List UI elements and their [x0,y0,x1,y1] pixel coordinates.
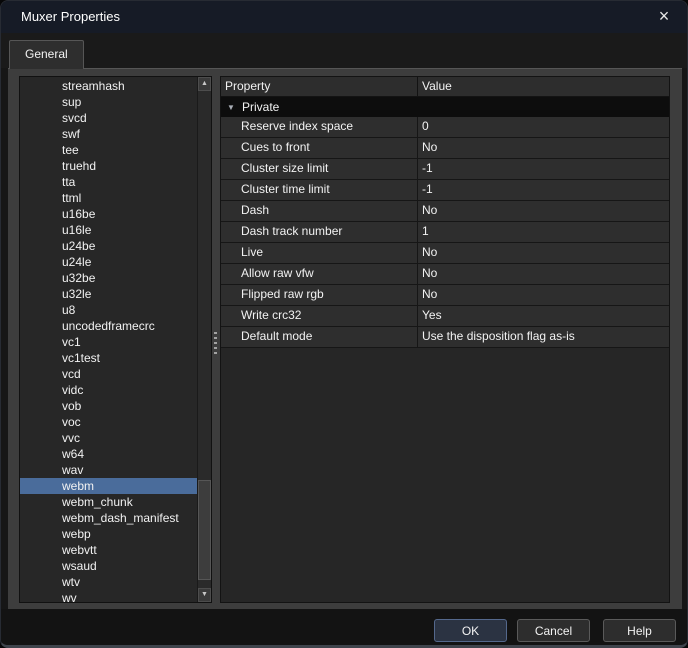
table-row[interactable]: Live No [221,243,669,264]
list-item[interactable]: vidc [20,382,197,398]
list-item[interactable]: webp [20,526,197,542]
value-cell[interactable]: No [418,201,669,221]
property-cell: Live [221,243,418,263]
list-scrollbar[interactable]: ▲ ▼ [197,77,211,602]
property-cell: Flipped raw rgb [221,285,418,305]
table-header: Property Value [221,77,669,97]
property-cell: Write crc32 [221,306,418,326]
property-table: Property Value ▼ Private Reserve index s… [220,76,670,603]
list-item[interactable]: streamhash [20,78,197,94]
property-cell: Cluster time limit [221,180,418,200]
splitter-grip-icon [214,332,217,357]
list-item[interactable]: webvtt [20,542,197,558]
table-row[interactable]: Default mode Use the disposition flag as… [221,327,669,348]
list-item[interactable]: voc [20,414,197,430]
property-cell: Cluster size limit [221,159,418,179]
list-item[interactable]: wtv [20,574,197,590]
list-item[interactable]: vc1test [20,350,197,366]
list-item[interactable]: uncodedframecrc [20,318,197,334]
property-cell: Reserve index space [221,117,418,137]
table-row[interactable]: Flipped raw rgb No [221,285,669,306]
list-item[interactable]: u32be [20,270,197,286]
muxer-list-items: streamhash sup svcd swf tee truehd tta t… [20,78,197,602]
dialog-button-bar: OK Cancel Help [1,609,687,646]
table-row[interactable]: Cluster time limit -1 [221,180,669,201]
property-cell: Dash [221,201,418,221]
scroll-down-button[interactable]: ▼ [198,588,211,602]
list-item[interactable]: swf [20,126,197,142]
list-item[interactable]: wv [20,590,197,602]
value-cell[interactable]: -1 [418,159,669,179]
property-cell: Default mode [221,327,418,347]
list-item[interactable]: u16le [20,222,197,238]
table-row[interactable]: Write crc32 Yes [221,306,669,327]
titlebar[interactable]: Muxer Properties × [1,1,687,33]
value-cell[interactable]: -1 [418,180,669,200]
close-icon: × [659,6,670,26]
table-row[interactable]: Dash No [221,201,669,222]
property-cell: Dash track number [221,222,418,242]
list-item[interactable]: u24le [20,254,197,270]
list-item[interactable]: u16be [20,206,197,222]
value-cell[interactable]: 1 [418,222,669,242]
table-row[interactable]: Cluster size limit -1 [221,159,669,180]
list-item[interactable]: webm_chunk [20,494,197,510]
tab-bar: General [1,33,687,68]
value-cell[interactable]: No [418,138,669,158]
table-row[interactable]: Cues to front No [221,138,669,159]
value-cell[interactable]: Use the disposition flag as-is [418,327,669,347]
group-label: Private [242,100,279,114]
group-row-private[interactable]: ▼ Private [221,97,669,117]
help-button[interactable]: Help [603,619,676,642]
list-item[interactable]: tee [20,142,197,158]
list-item[interactable]: truehd [20,158,197,174]
splitter-handle[interactable] [212,76,220,603]
table-row[interactable]: Reserve index space 0 [221,117,669,138]
list-item[interactable]: vc1 [20,334,197,350]
muxer-properties-dialog: Muxer Properties × General streamhash su… [0,0,688,648]
cancel-button[interactable]: Cancel [517,619,590,642]
list-item[interactable]: webm [20,478,197,494]
list-item[interactable]: u8 [20,302,197,318]
value-cell[interactable]: 0 [418,117,669,137]
list-item[interactable]: ttml [20,190,197,206]
column-header-property[interactable]: Property [221,77,418,96]
list-item[interactable]: tta [20,174,197,190]
list-item[interactable]: wsaud [20,558,197,574]
value-cell[interactable]: No [418,285,669,305]
value-cell[interactable]: No [418,264,669,284]
ok-button[interactable]: OK [434,619,507,642]
tab-general[interactable]: General [9,40,84,69]
tab-page-general: streamhash sup svcd swf tee truehd tta t… [8,68,682,609]
value-cell[interactable]: Yes [418,306,669,326]
list-item[interactable]: sup [20,94,197,110]
list-item[interactable]: vob [20,398,197,414]
list-item[interactable]: vcd [20,366,197,382]
list-item[interactable]: u24be [20,238,197,254]
property-cell: Cues to front [221,138,418,158]
list-item[interactable]: vvc [20,430,197,446]
collapse-icon: ▼ [227,98,235,118]
table-row[interactable]: Allow raw vfw No [221,264,669,285]
scroll-up-icon: ▲ [201,80,208,87]
table-row[interactable]: Dash track number 1 [221,222,669,243]
list-item[interactable]: u32le [20,286,197,302]
list-item[interactable]: svcd [20,110,197,126]
property-cell: Allow raw vfw [221,264,418,284]
close-button[interactable]: × [647,1,681,33]
list-item[interactable]: webm_dash_manifest [20,510,197,526]
scroll-up-button[interactable]: ▲ [198,77,211,91]
list-item[interactable]: w64 [20,446,197,462]
muxer-list[interactable]: streamhash sup svcd swf tee truehd tta t… [19,76,212,603]
window-title: Muxer Properties [21,1,120,33]
list-item[interactable]: wav [20,462,197,478]
value-cell[interactable]: No [418,243,669,263]
scroll-down-icon: ▼ [201,591,208,598]
scrollbar-thumb[interactable] [198,480,211,580]
column-header-value[interactable]: Value [418,77,669,96]
